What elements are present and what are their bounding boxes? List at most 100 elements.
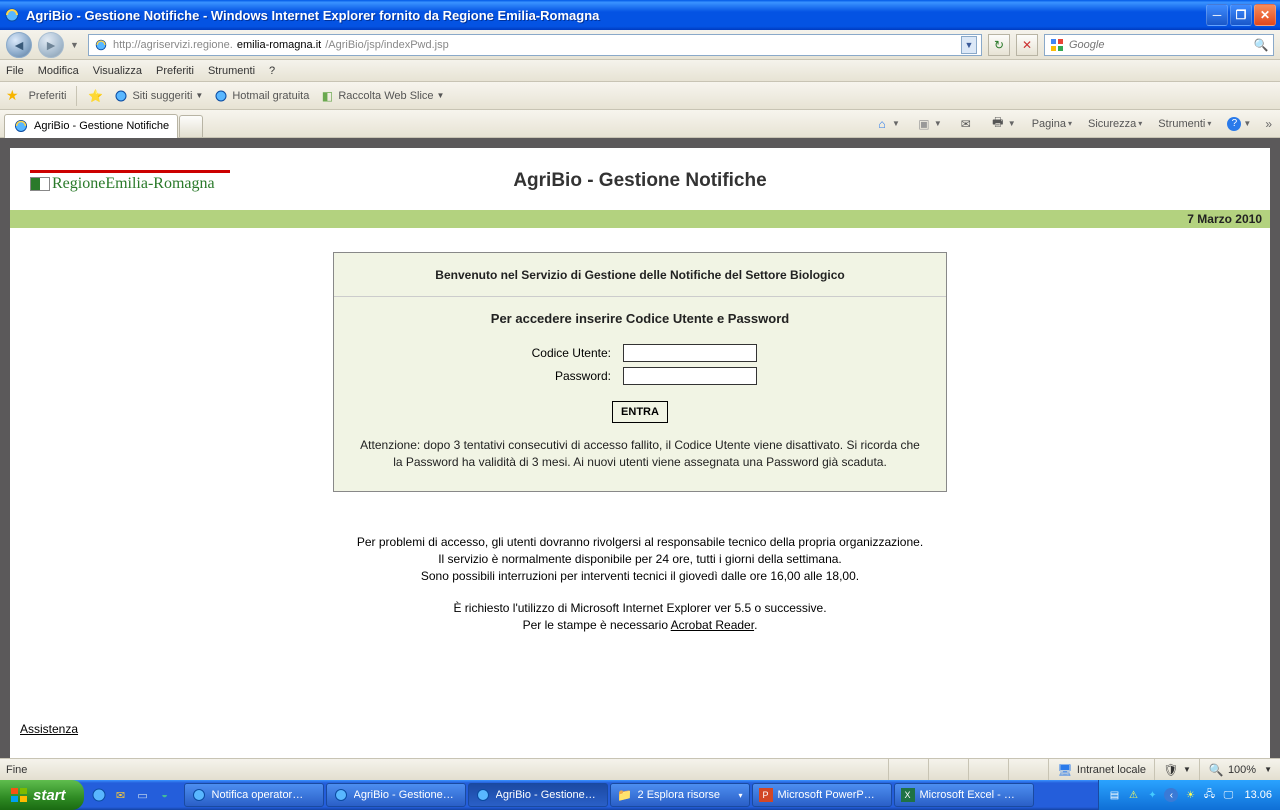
login-panel: Benvenuto nel Servizio di Gestione delle… [333,252,947,492]
help-icon: ? [1227,117,1241,131]
window-minimize-button[interactable]: ─ [1206,4,1228,26]
menu-preferiti[interactable]: Preferiti [156,65,194,77]
start-label: start [33,787,66,804]
add-favorite-icon[interactable]: ⭐ [87,88,103,104]
login-warning: Attenzione: dopo 3 tentativi consecutivi… [346,437,934,471]
footer-line-1: Per problemi di accesso, gli utenti dovr… [330,534,950,551]
overflow-chevron-icon[interactable]: » [1263,117,1274,131]
ie-icon [333,787,349,803]
user-label: Codice Utente: [451,346,611,360]
protected-mode-cell[interactable]: 🛡▼ [1154,759,1199,780]
fav-hotmail[interactable]: Hotmail gratuita [213,88,309,104]
tab-current[interactable]: AgriBio - Gestione Notifiche [4,114,178,138]
footer-line-3: Sono possibili interruzioni per interven… [330,568,950,585]
password-input[interactable] [623,367,757,385]
menu-visualizza[interactable]: Visualizza [93,65,142,77]
feeds-button[interactable]: ▣▼ [912,114,946,134]
webslice-icon: ◧ [319,88,335,104]
ie-icon [4,7,20,23]
ql-app-icon[interactable]: ◒ [156,786,174,804]
google-icon [1049,37,1065,53]
quick-launch: ✉ ▭ ◒ [84,786,180,804]
shield-icon: 🛡 [1163,762,1179,778]
forward-button[interactable]: ► [38,32,64,58]
home-button[interactable]: ⌂▼ [870,114,904,134]
assistenza-link[interactable]: Assistenza [20,722,78,736]
address-dropdown[interactable]: ▼ [961,36,977,54]
print-button[interactable]: 🖶▼ [986,114,1020,134]
date-band: 7 Marzo 2010 [10,210,1270,228]
security-zone[interactable]: 🖥 Intranet locale [1048,759,1154,780]
tools-menu[interactable]: Strumenti▾ [1154,116,1215,132]
menu-file[interactable]: File [6,65,24,77]
logo-text: RegioneEmilia-Romagna [52,175,215,193]
user-input[interactable] [623,344,757,362]
menu-modifica[interactable]: Modifica [38,65,79,77]
search-icon[interactable]: 🔍 [1253,37,1269,53]
login-subheading: Per accedere inserire Codice Utente e Pa… [346,311,934,326]
menu-help[interactable]: ? [269,65,275,77]
search-input[interactable] [1069,39,1249,51]
start-button[interactable]: start [0,780,84,810]
zoom-icon: 🔍 [1208,762,1224,778]
footer-line-4: È richiesto l'utilizzo di Microsoft Inte… [330,600,950,617]
task-button[interactable]: Notifica operator… [184,783,324,807]
login-button[interactable]: ENTRA [612,401,668,423]
login-heading: Benvenuto nel Servizio di Gestione delle… [334,253,946,297]
ie-icon [191,787,207,803]
mail-button[interactable]: ✉ [954,114,978,134]
url-domain: emilia-romagna.it [237,39,321,51]
flag-icon [30,177,50,191]
window-maximize-button[interactable]: ❐ [1230,4,1252,26]
security-menu[interactable]: Sicurezza▾ [1084,116,1146,132]
fav-webslice[interactable]: ◧ Raccolta Web Slice ▼ [319,88,444,104]
navigation-toolbar: ◄ ► ▼ http://agriservizi.regione. emilia-… [0,30,1280,60]
page-menu[interactable]: Pagina▾ [1028,116,1076,132]
ie-icon [475,787,491,803]
footer-text: Per problemi di accesso, gli utenti dovr… [330,534,950,635]
status-cell [928,759,968,780]
folder-icon: 📁 [617,787,633,803]
clock[interactable]: 13.06 [1240,789,1272,801]
page-icon [113,88,129,104]
url-suffix: /AgriBio/jsp/indexPwd.jsp [325,39,449,51]
task-button[interactable]: PMicrosoft PowerP… [752,783,892,807]
system-tray: ▤ ⚠ ✦ ‹ ☀ 🖧 🖵 13.06 [1098,780,1280,810]
ql-ie-icon[interactable] [90,786,108,804]
status-text: Fine [0,759,35,780]
back-button[interactable]: ◄ [6,32,32,58]
fav-label: Siti suggeriti [132,90,192,102]
task-button[interactable]: 📁2 Esplora risorse▾ [610,783,750,807]
search-box[interactable]: 🔍 [1044,34,1274,56]
tab-command-row: AgriBio - Gestione Notifiche ⌂▼ ▣▼ ✉ 🖶▼ … [0,110,1280,138]
task-button[interactable]: XMicrosoft Excel - … [894,783,1034,807]
stop-button[interactable]: ✕ [1016,34,1038,56]
acrobat-link[interactable]: Acrobat Reader [671,618,754,632]
page-title: AgriBio - Gestione Notifiche [230,170,1050,192]
task-button[interactable]: AgriBio - Gestione… [326,783,466,807]
windows-logo-icon [10,786,28,804]
url-prefix: http://agriservizi.regione. [113,39,233,51]
favorites-bar: ★ Preferiti ⭐ Siti suggeriti ▼ Hotmail g… [0,82,1280,110]
nav-history-dropdown[interactable]: ▼ [70,40,82,50]
footer-line-2: Il servizio è normalmente disponibile pe… [330,551,950,568]
status-cell [888,759,928,780]
status-cell [1008,759,1048,780]
page-date: 7 Marzo 2010 [1187,212,1262,226]
status-bar: Fine 🖥 Intranet locale 🛡▼ 🔍 100% ▼ [0,758,1280,780]
refresh-button[interactable]: ↻ [988,34,1010,56]
favorites-label[interactable]: Preferiti [29,90,67,102]
window-close-button[interactable]: ✕ [1254,4,1276,26]
task-button[interactable]: AgriBio - Gestione… [468,783,608,807]
new-tab-button[interactable] [179,115,203,137]
footer-line-5: Per le stampe è necessario Acrobat Reade… [330,617,950,634]
home-icon: ⌂ [874,116,890,132]
help-button[interactable]: ?▼ [1223,115,1255,133]
taskbar: start ✉ ▭ ◒ Notifica operator… AgriBio -… [0,780,1280,810]
menu-strumenti[interactable]: Strumenti [208,65,255,77]
fav-siti-suggeriti[interactable]: Siti suggeriti ▼ [113,88,203,104]
ql-desktop-icon[interactable]: ▭ [134,786,152,804]
zoom-control[interactable]: 🔍 100% ▼ [1199,759,1280,780]
address-bar[interactable]: http://agriservizi.regione. emilia-romagn… [88,34,982,56]
ql-outlook-icon[interactable]: ✉ [112,786,130,804]
